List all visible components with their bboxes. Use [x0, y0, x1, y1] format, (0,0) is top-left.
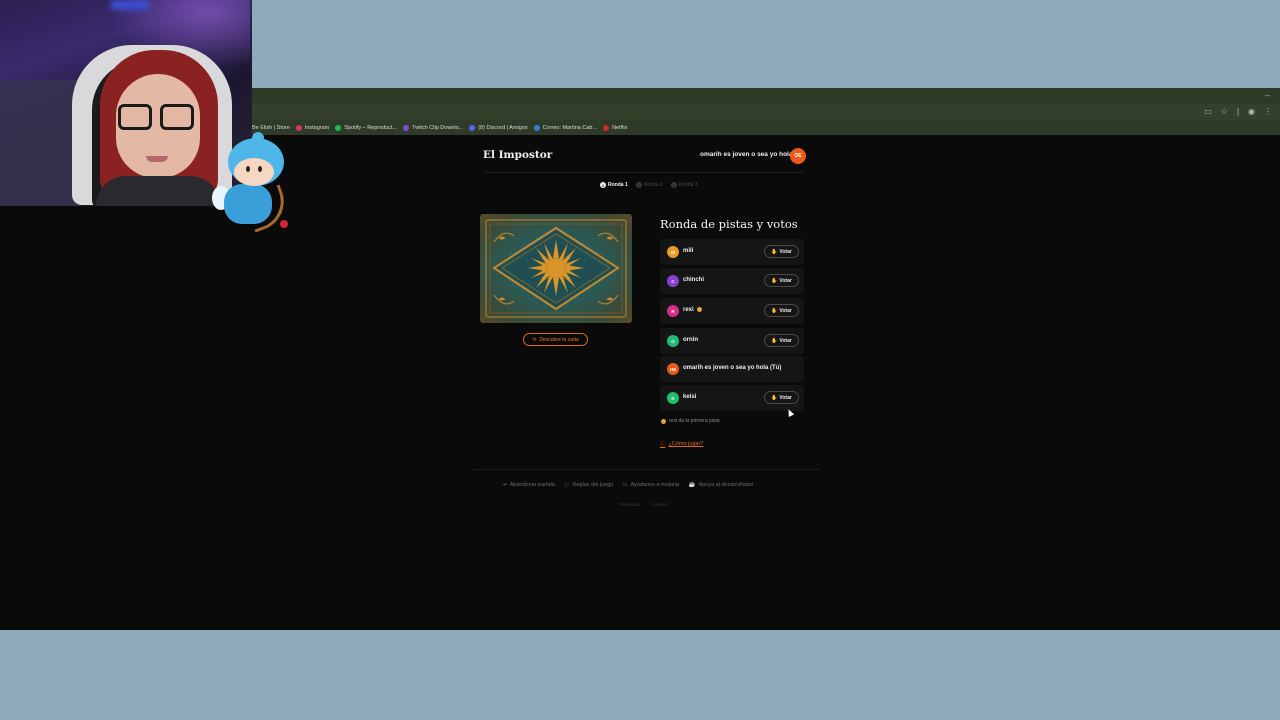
round-1-step: 1 Ronda 1	[600, 182, 628, 188]
how-to-play-link[interactable]: ⓘ ¿Cómo jugar?	[660, 440, 703, 448]
player-avatar: O	[667, 335, 679, 347]
player-row: O ornin ✋ Votar	[660, 328, 804, 354]
spotify-icon	[335, 124, 342, 131]
player-row: R rexi ✋ Votar	[660, 298, 804, 324]
info-icon: ⓘ	[563, 483, 570, 489]
first-clue-hint: rexi da la primera pista	[661, 418, 720, 424]
player-row: M mili ✋ Votar	[660, 239, 804, 265]
player-name: chinchi	[683, 277, 705, 283]
separator: |	[1236, 107, 1240, 116]
vote-button[interactable]: ✋ Votar	[764, 274, 799, 287]
player-name: keisi	[683, 394, 697, 400]
minimize-icon[interactable]: –	[1265, 90, 1270, 100]
twitch-icon	[403, 124, 410, 131]
player-avatar: OE	[667, 363, 679, 375]
netflix-icon	[603, 124, 610, 131]
bookmark-discord[interactable]: (8) Discord | Amigos	[469, 124, 528, 131]
hand-icon: ✋	[771, 307, 778, 314]
footer-divider	[473, 469, 819, 470]
bookmark-store[interactable]: Be Elish | Store	[252, 125, 290, 131]
player-row: C chinchi ✋ Votar	[660, 268, 804, 294]
bookmark-twitch-clip[interactable]: Twitch Clip Downlo...	[403, 124, 463, 131]
player-row: K keisi ✋ Votar	[660, 385, 804, 411]
round-3-step: 3 Ronda 3	[670, 182, 698, 188]
menu-icon[interactable]: ⋮	[1264, 107, 1272, 116]
bookmark-star-icon[interactable]: ☆	[1221, 107, 1228, 116]
chat-icon: ▭	[622, 482, 628, 488]
bookmark-spotify[interactable]: Spotify – Reproduct...	[335, 124, 397, 131]
player-avatar: R	[667, 305, 679, 317]
cookies-link[interactable]: Cookies	[652, 502, 668, 507]
player-name: rexi	[683, 307, 702, 313]
hand-icon: ✋	[771, 337, 778, 344]
player-row-self: OE omarih es joven o sea yo hola (Tú)	[660, 356, 804, 382]
exit-icon: ⇥	[502, 482, 507, 488]
support-developer-link[interactable]: ☕ Apoya al desarrollador	[689, 481, 754, 489]
user-name: omarih es joven o sea yo hola	[700, 151, 793, 158]
discord-icon	[469, 124, 476, 131]
legal-links: Privacidad Cookies	[619, 502, 668, 507]
extension-icon[interactable]: ◉	[1248, 107, 1255, 116]
heart-icon	[280, 220, 288, 228]
info-icon: ⓘ	[660, 442, 666, 448]
reveal-card-label: Descubre tu carta	[539, 336, 579, 343]
player-name: ornin	[683, 337, 698, 343]
vote-button[interactable]: ✋ Votar	[764, 304, 799, 317]
app-title[interactable]: El Impostor	[483, 149, 552, 161]
hand-icon: ✋	[771, 394, 778, 401]
vote-button[interactable]: ✋ Votar	[764, 391, 799, 404]
user-avatar[interactable]: OE	[790, 148, 806, 164]
player-name: omarih es joven o sea yo hola (Tú)	[683, 365, 782, 371]
player-name: mili	[683, 248, 694, 254]
vote-button[interactable]: ✋ Votar	[764, 245, 799, 258]
coffee-icon: ☕	[688, 482, 696, 488]
player-avatar: C	[667, 275, 679, 287]
player-avatar: K	[667, 392, 679, 404]
header-divider	[483, 172, 805, 173]
cast-icon[interactable]: ▭	[1204, 107, 1212, 116]
section-title: Ronda de pistas y votos	[660, 217, 798, 231]
refresh-icon: ⟲	[532, 336, 537, 343]
bookmark-instagram[interactable]: Instagram	[295, 124, 329, 131]
mail-icon	[533, 124, 540, 131]
sun-icon	[696, 307, 702, 312]
footer-links: ⇥ Abandonar partida ⓘ Reglas del juego ▭ Ay…	[502, 481, 754, 489]
bookmark-netflix[interactable]: Netflix	[603, 124, 627, 131]
player-avatar: M	[667, 246, 679, 258]
feedback-link[interactable]: ▭ Ayúdanos a mejorar	[622, 481, 679, 489]
vote-button[interactable]: ✋ Votar	[764, 334, 799, 347]
hand-icon: ✋	[771, 277, 778, 284]
reveal-card-button[interactable]: ⟲ Descubre tu carta	[523, 333, 588, 346]
round-2-step: 2 Ronda 2	[635, 182, 663, 188]
page-background	[0, 135, 1280, 630]
sun-icon	[661, 418, 666, 424]
hand-icon: ✋	[771, 248, 778, 255]
leave-game-link[interactable]: ⇥ Abandonar partida	[502, 481, 555, 489]
instagram-icon	[295, 124, 302, 131]
hidden-card[interactable]	[480, 214, 632, 323]
cupid-sticker-image	[208, 132, 293, 238]
bookmark-correo[interactable]: Correo: Martina Cab...	[533, 124, 597, 131]
rules-link[interactable]: ⓘ Reglas del juego	[564, 481, 614, 489]
round-progress: 1 Ronda 1 2 Ronda 2 3 Ronda 3	[600, 182, 698, 188]
privacy-link[interactable]: Privacidad	[619, 502, 640, 507]
